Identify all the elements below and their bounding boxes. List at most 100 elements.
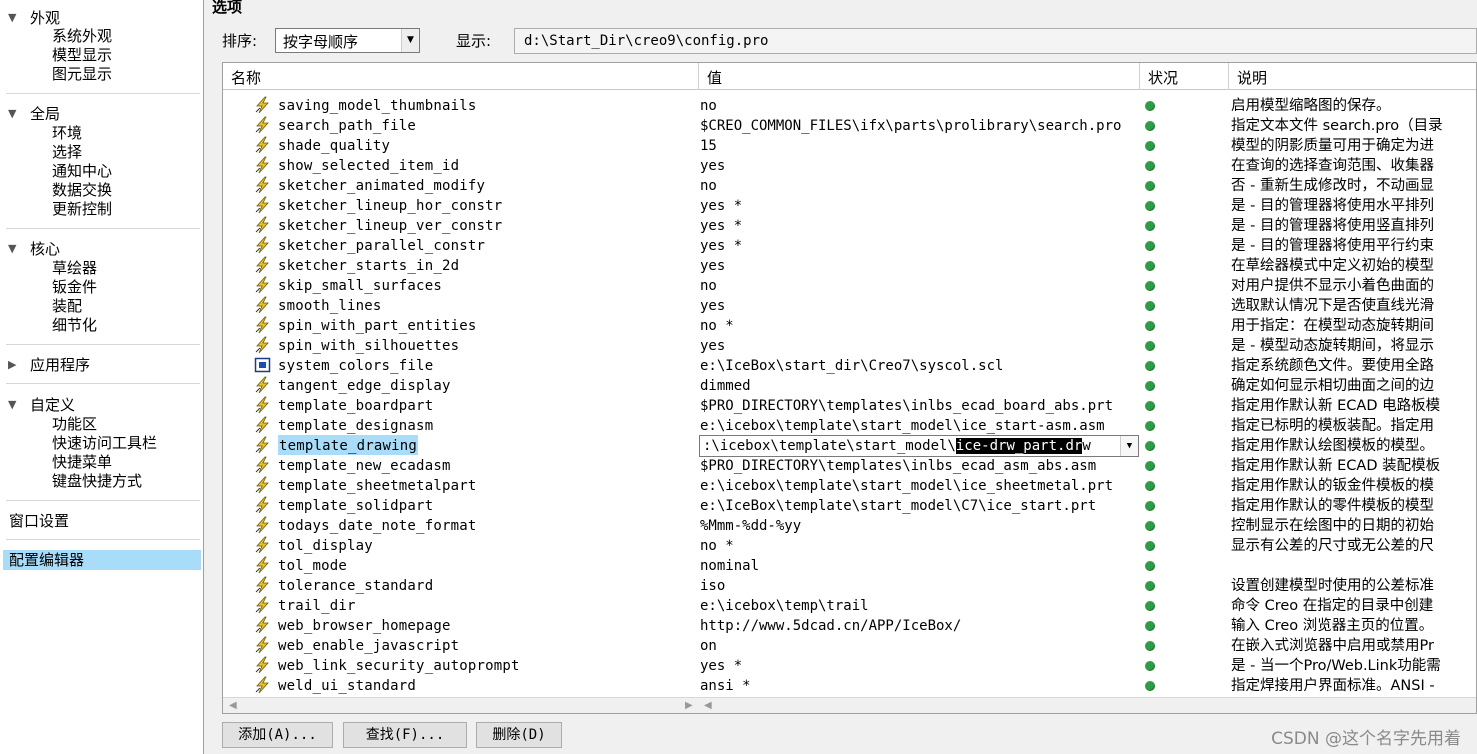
option-name[interactable]: template_drawing (278, 435, 419, 455)
tree-group-customize[interactable]: ▼ 自定义 (0, 395, 204, 415)
delete-button[interactable]: 删除(D) (476, 722, 562, 748)
table-row[interactable]: sketcher_starts_in_2d yes 在草绘器模式中定义初始的模型 (223, 255, 1476, 275)
tree-item-config-editor[interactable]: 配置编辑器 (3, 550, 201, 570)
table-row[interactable]: saving_model_thumbnails no 启用模型缩略图的保存。 (223, 95, 1476, 115)
option-value[interactable]: yes * (700, 655, 1140, 675)
table-row[interactable]: template_designasm e:\icebox\template\sta… (223, 415, 1476, 435)
table-row[interactable]: spin_with_silhouettes yes 是 - 模型动态旋转期间，将显示 (223, 335, 1476, 355)
horizontal-scrollbar[interactable]: ◀ ▶ ◀ (223, 697, 1476, 713)
tree-group-global[interactable]: ▼ 全局 (0, 104, 204, 124)
option-name[interactable]: tolerance_standard (278, 575, 433, 595)
tree-item-update-control[interactable]: 更新控制 (52, 200, 112, 219)
expand-arrow-icon[interactable]: ▼ (8, 395, 16, 415)
chevron-down-icon[interactable]: ▼ (1120, 436, 1138, 456)
expand-arrow-icon[interactable]: ▼ (8, 8, 16, 28)
option-value[interactable]: no (700, 175, 1140, 195)
tree-item-sheetmetal[interactable]: 钣金件 (52, 278, 97, 297)
table-row[interactable]: template_sheetmetalpart e:\icebox\templat… (223, 475, 1476, 495)
tree-item-sketcher[interactable]: 草绘器 (52, 259, 97, 278)
table-row[interactable]: tol_display no * 显示有公差的尺寸或无公差的尺 (223, 535, 1476, 555)
option-name[interactable]: tol_display (278, 535, 373, 555)
table-row[interactable]: sketcher_lineup_hor_constr yes * 是 - 目的管理器… (223, 195, 1476, 215)
tree-item-quick-access-toolbar[interactable]: 快速访问工具栏 (52, 434, 157, 453)
option-value[interactable]: on (700, 635, 1140, 655)
column-header-description[interactable]: 说明 (1229, 63, 1476, 90)
option-name[interactable]: template_new_ecadasm (278, 455, 451, 475)
value-edit-field[interactable]: :\icebox\template\start_model\ice-drw_pa… (699, 435, 1139, 457)
option-name[interactable]: show_selected_item_id (278, 155, 459, 175)
option-value[interactable]: yes (700, 155, 1140, 175)
option-name[interactable]: web_browser_homepage (278, 615, 451, 635)
option-value[interactable]: no * (700, 535, 1140, 555)
column-header-name[interactable]: 名称 (223, 63, 699, 90)
option-name[interactable]: system_colors_file (278, 355, 433, 375)
tree-item-assembly[interactable]: 装配 (52, 297, 82, 316)
scroll-left-icon[interactable]: ◀ (704, 700, 712, 711)
collapse-arrow-icon[interactable]: ▶ (8, 355, 16, 375)
option-value[interactable]: e:\icebox\template\start_model\ice_start… (700, 415, 1140, 435)
option-value[interactable]: http://www.5dcad.cn/APP/IceBox/ (700, 615, 1140, 635)
table-row[interactable]: web_browser_homepage http://www.5dcad.cn/… (223, 615, 1476, 635)
option-name[interactable]: template_solidpart (278, 495, 433, 515)
option-value[interactable]: $CREO_COMMON_FILES\ifx\parts\prolibrary\… (700, 115, 1140, 135)
table-row[interactable]: tangent_edge_display dimmed 确定如何显示相切曲面之间的边 (223, 375, 1476, 395)
tree-group-applications[interactable]: ▶ 应用程序 (0, 355, 204, 375)
table-row[interactable]: sketcher_lineup_ver_constr yes * 是 - 目的管理器… (223, 215, 1476, 235)
option-name[interactable]: shade_quality (278, 135, 390, 155)
option-name[interactable]: sketcher_animated_modify (278, 175, 485, 195)
option-value[interactable]: e:\IceBox\start_dir\Creo7\syscol.scl (700, 355, 1140, 375)
option-value[interactable]: yes (700, 295, 1140, 315)
option-name[interactable]: trail_dir (278, 595, 356, 615)
option-value[interactable]: ansi * (700, 675, 1140, 695)
option-name[interactable]: sketcher_lineup_ver_constr (278, 215, 502, 235)
table-row[interactable]: sketcher_parallel_constr yes * 是 - 目的管理器将使… (223, 235, 1476, 255)
option-name[interactable]: spin_with_part_entities (278, 315, 476, 335)
table-row[interactable]: sketcher_animated_modify no 否 - 重新生成修改时，不动… (223, 175, 1476, 195)
option-value[interactable]: e:\icebox\template\start_model\ice_sheet… (700, 475, 1140, 495)
table-row[interactable]: shade_quality 15 模型的阴影质量可用于确定为进 (223, 135, 1476, 155)
expand-arrow-icon[interactable]: ▼ (8, 239, 16, 259)
option-name[interactable]: web_link_security_autoprompt (278, 655, 520, 675)
tree-item-shortcut-menus[interactable]: 快捷菜单 (52, 453, 112, 472)
option-value[interactable]: yes * (700, 195, 1140, 215)
option-name[interactable]: sketcher_starts_in_2d (278, 255, 459, 275)
tree-item-data-exchange[interactable]: 数据交换 (52, 181, 112, 200)
find-button[interactable]: 查找(F)... (343, 722, 467, 748)
table-row[interactable]: web_link_security_autoprompt yes * 是 - 当一个… (223, 655, 1476, 675)
table-row[interactable]: tolerance_standard iso 设置创建模型时使用的公差标准 (223, 575, 1476, 595)
table-row[interactable]: skip_small_surfaces no 对用户提供不显示小着色曲面的 (223, 275, 1476, 295)
option-name[interactable]: search_path_file (278, 115, 416, 135)
option-value[interactable]: e:\IceBox\template\start_model\C7\ice_st… (700, 495, 1140, 515)
tree-item-entity-display[interactable]: 图元显示 (52, 65, 112, 84)
tree-item-ribbon[interactable]: 功能区 (52, 415, 97, 434)
add-button[interactable]: 添加(A)... (222, 722, 333, 748)
display-path-field[interactable]: d:\Start_Dir\creo9\config.pro (514, 28, 1477, 54)
option-value[interactable]: no (700, 95, 1140, 115)
column-header-status[interactable]: 状况 (1140, 63, 1229, 90)
option-value[interactable]: $PRO_DIRECTORY\templates\inlbs_ecad_asm_… (700, 455, 1140, 475)
scroll-right-icon[interactable]: ▶ (685, 700, 693, 711)
option-value[interactable]: 15 (700, 135, 1140, 155)
option-name[interactable]: tangent_edge_display (278, 375, 451, 395)
table-row[interactable]: spin_with_part_entities no * 用于指定：在模型动态旋转期… (223, 315, 1476, 335)
option-value[interactable]: $PRO_DIRECTORY\templates\inlbs_ecad_boar… (700, 395, 1140, 415)
column-header-value[interactable]: 值 (699, 63, 1140, 90)
option-value[interactable]: yes (700, 335, 1140, 355)
table-row[interactable]: system_colors_file e:\IceBox\start_dir\Cr… (223, 355, 1476, 375)
table-row[interactable]: show_selected_item_id yes 在查询的选择查询范围、收集器 (223, 155, 1476, 175)
option-name[interactable]: template_designasm (278, 415, 433, 435)
table-row[interactable]: web_enable_javascript on 在嵌入式浏览器中启用或禁用Pr (223, 635, 1476, 655)
option-value[interactable]: yes * (700, 235, 1140, 255)
option-name[interactable]: tol_mode (278, 555, 347, 575)
option-name[interactable]: template_boardpart (278, 395, 433, 415)
table-row[interactable]: template_new_ecadasm $PRO_DIRECTORY\templ… (223, 455, 1476, 475)
option-name[interactable]: skip_small_surfaces (278, 275, 442, 295)
option-value[interactable]: yes (700, 255, 1140, 275)
tree-item-model-display[interactable]: 模型显示 (52, 46, 112, 65)
table-row[interactable]: template_drawing :\icebox\template\start_… (223, 435, 1476, 457)
option-name[interactable]: sketcher_parallel_constr (278, 235, 485, 255)
option-name[interactable]: saving_model_thumbnails (278, 95, 476, 115)
option-value[interactable]: iso (700, 575, 1140, 595)
option-value[interactable]: no * (700, 315, 1140, 335)
expand-arrow-icon[interactable]: ▼ (8, 104, 16, 124)
